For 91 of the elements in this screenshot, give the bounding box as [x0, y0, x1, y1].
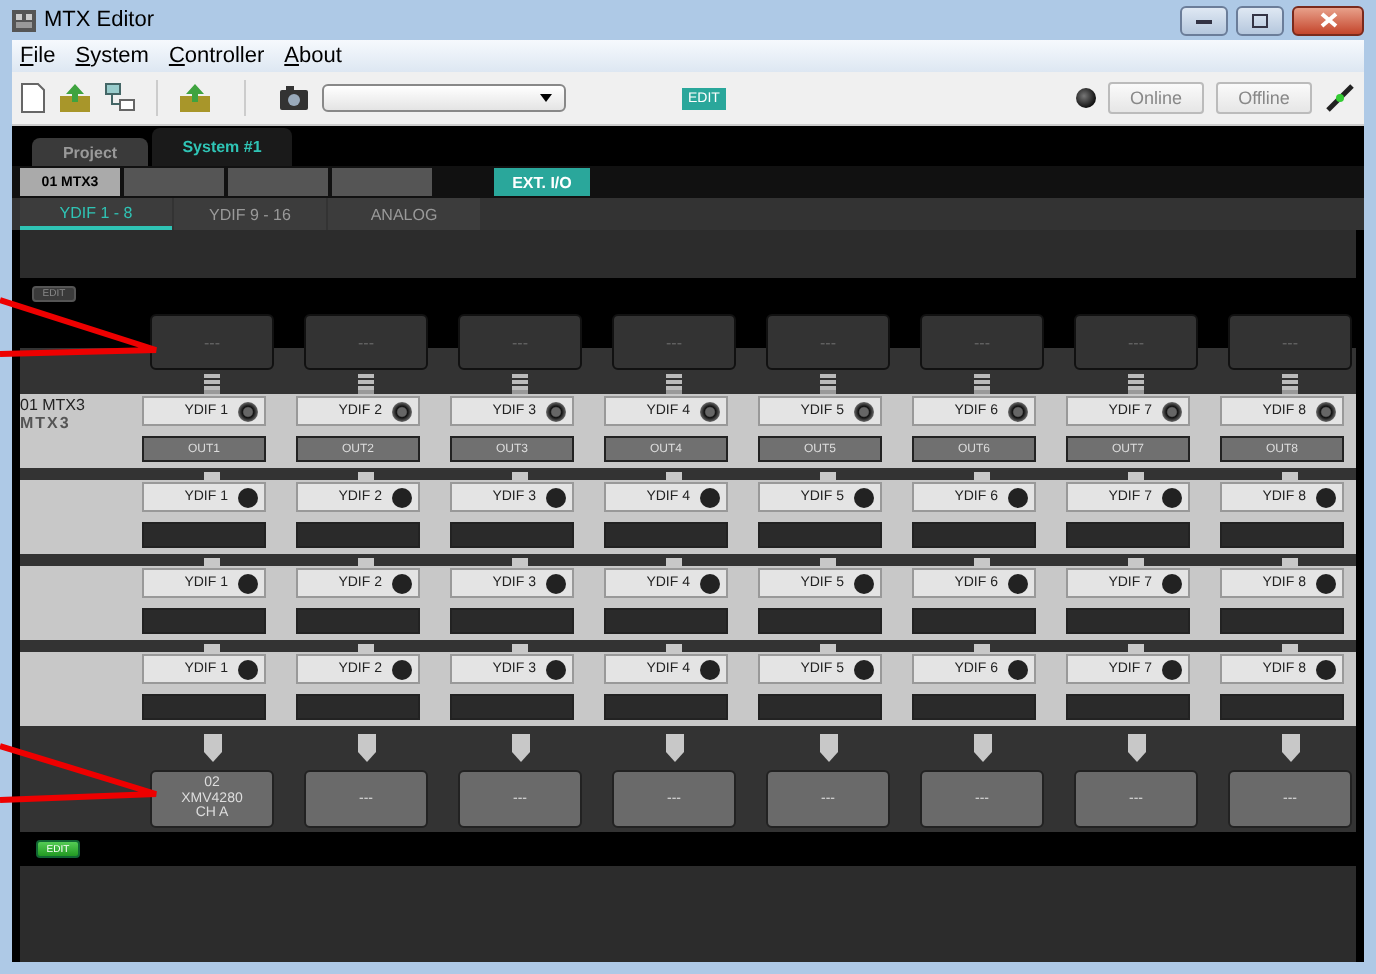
caret-icon [540, 94, 552, 102]
connector [1282, 644, 1298, 652]
tab[interactable]: ANALOG [328, 198, 480, 230]
connector [1282, 472, 1298, 480]
connector [512, 644, 528, 652]
output-slot[interactable] [604, 694, 728, 720]
output-slot[interactable] [1220, 694, 1344, 720]
connector [1128, 644, 1144, 652]
connector [974, 472, 990, 480]
connector [820, 558, 836, 566]
menu-item[interactable]: System [75, 44, 149, 68]
connector-icon [358, 374, 374, 394]
tab[interactable]: System #1 [152, 128, 292, 166]
output-slot[interactable] [604, 608, 728, 634]
connector [974, 644, 990, 652]
connector-icon [512, 374, 528, 394]
connector [820, 644, 836, 652]
connector [974, 558, 990, 566]
down-arrow-icon [1127, 734, 1145, 762]
minimize-button[interactable] [1180, 5, 1228, 35]
down-arrow-icon [665, 734, 683, 762]
connector [1128, 558, 1144, 566]
output-slot[interactable] [296, 522, 420, 548]
connector-icon [204, 374, 220, 394]
output-slot[interactable] [1220, 608, 1344, 634]
output-slot[interactable] [758, 522, 882, 548]
output-slot[interactable] [142, 608, 266, 634]
output-slot[interactable] [296, 694, 420, 720]
connector [820, 472, 836, 480]
connector [666, 558, 682, 566]
app-icon [12, 9, 36, 31]
connector-icon [1282, 374, 1298, 394]
output-slot[interactable] [912, 608, 1036, 634]
menu-item[interactable]: About [284, 44, 342, 68]
connector-icon [820, 374, 836, 394]
upload-folder-icon[interactable] [178, 82, 212, 114]
output-slot[interactable] [1066, 608, 1190, 634]
down-arrow-icon [357, 734, 375, 762]
output-slot[interactable] [450, 522, 574, 548]
down-arrow-icon [1281, 734, 1299, 762]
connector [204, 472, 220, 480]
minimize-icon [1196, 17, 1212, 23]
output-slot[interactable] [142, 522, 266, 548]
connector [666, 644, 682, 652]
output-slot[interactable] [296, 608, 420, 634]
output-slot[interactable] [912, 522, 1036, 548]
dropdown[interactable] [322, 84, 566, 112]
tab[interactable]: YDIF 9 - 16 [174, 198, 326, 230]
connector [358, 472, 374, 480]
output-slot[interactable] [1066, 522, 1190, 548]
maximize-button[interactable] [1236, 5, 1284, 35]
tab[interactable]: Project [32, 138, 148, 166]
device-name: 01 MTX3 [20, 396, 87, 414]
connector [358, 558, 374, 566]
connector [1282, 558, 1298, 566]
connector [204, 558, 220, 566]
connector [512, 472, 528, 480]
output-slot[interactable] [758, 608, 882, 634]
connector [666, 472, 682, 480]
close-icon [1319, 12, 1337, 28]
down-arrow-icon [973, 734, 991, 762]
network-icon[interactable] [104, 82, 136, 114]
output-slot[interactable] [142, 694, 266, 720]
connector [358, 644, 374, 652]
output-slot[interactable] [450, 608, 574, 634]
device-model: MTX3 [20, 414, 73, 432]
down-arrow-icon [203, 734, 221, 762]
upload-folder-icon[interactable] [58, 82, 92, 114]
down-arrow-icon [819, 734, 837, 762]
menu-item[interactable]: File [20, 44, 56, 68]
down-arrow-icon [511, 734, 529, 762]
connector-icon [666, 374, 682, 394]
output-slot[interactable] [1220, 522, 1344, 548]
new-file-icon[interactable] [20, 82, 46, 114]
output-slot[interactable] [758, 694, 882, 720]
output-slot[interactable] [912, 694, 1036, 720]
maximize-icon [1252, 13, 1268, 27]
output-slot[interactable] [1066, 694, 1190, 720]
connector [1128, 472, 1144, 480]
connector-icon [1128, 374, 1144, 394]
output-slot[interactable] [450, 694, 574, 720]
camera-icon[interactable] [278, 84, 310, 112]
close-button[interactable] [1292, 5, 1364, 35]
connector [204, 644, 220, 652]
plug-icon[interactable] [1324, 82, 1356, 114]
window-title: MTX Editor [44, 8, 155, 32]
output-slot[interactable] [604, 522, 728, 548]
tab[interactable]: YDIF 1 - 8 [20, 198, 172, 230]
connector-icon [974, 374, 990, 394]
menu-item[interactable]: Controller [168, 44, 265, 68]
connector [512, 558, 528, 566]
